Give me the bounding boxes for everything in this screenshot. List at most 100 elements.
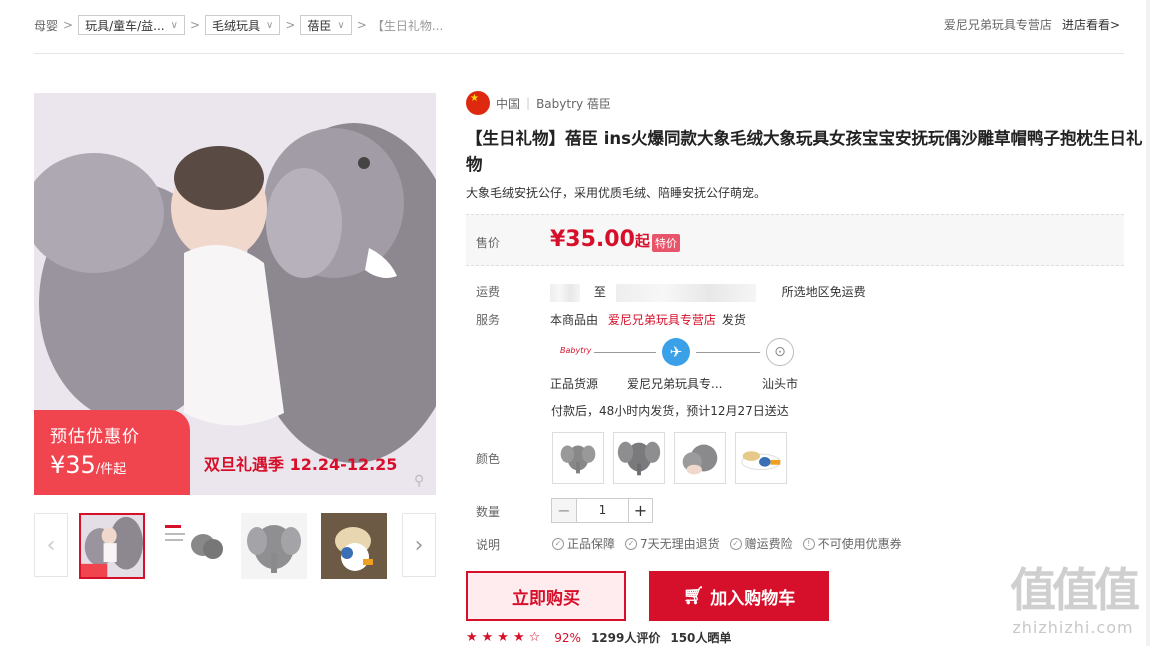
breadcrumb-separator: >	[189, 18, 200, 32]
rating-stars: ★★★★☆	[466, 630, 545, 645]
rating-percent: 92%	[554, 630, 581, 645]
prev-thumbnail-button[interactable]: ‹	[34, 513, 68, 577]
thumbnail-3[interactable]	[241, 513, 307, 579]
note-shipping-insurance: ✓ 赠运费险	[729, 535, 793, 552]
product-subtitle: 大象毛绒安抚公仔，采用优质毛绒、陪睡安抚公仔萌宠。	[466, 186, 767, 200]
delivery-estimate: 付款后，48小时内发货，预计12月27日送达	[551, 404, 789, 418]
chevron-down-icon: ∨	[170, 19, 178, 31]
swatch-image	[553, 433, 603, 483]
check-circle-icon: ✓	[552, 537, 564, 550]
delivery-route: Babytry ✈ ⊙	[556, 338, 806, 368]
thumbnail-4[interactable]	[321, 513, 387, 579]
product-title: 【生日礼物】蓓臣 ins火爆同款大象毛绒大象玩具女孩宝宝安抚玩偶沙雕草帽鸭子抱枕…	[466, 129, 1143, 174]
quantity-minus-button[interactable]: −	[552, 499, 576, 522]
shipping-row: 运费 至 所选地区免运费	[476, 283, 866, 302]
swatch-image	[736, 433, 786, 483]
breadcrumb-separator: >	[63, 18, 74, 32]
from-location-select[interactable]	[550, 283, 580, 302]
chevron-down-icon: ∨	[337, 19, 345, 31]
chevron-left-icon: ‹	[46, 532, 56, 558]
swatch-image	[675, 433, 725, 483]
shop-name-link[interactable]: 爱尼兄弟玩具专营店	[944, 16, 1052, 33]
to-location-select[interactable]	[615, 283, 756, 302]
breadcrumb-separator: >	[356, 18, 367, 32]
thumbnail-2[interactable]	[161, 513, 227, 579]
quantity-input[interactable]: 1	[576, 499, 628, 522]
breadcrumb-separator: >	[285, 18, 296, 32]
notes-label: 说明	[476, 538, 501, 552]
thumbnail-image	[321, 513, 387, 579]
estimated-price-badge: 预估优惠价 ¥35/件起	[34, 410, 190, 495]
photo-review-count[interactable]: 150人晒单	[670, 629, 731, 646]
note-genuine: ✓ 正品保障	[552, 535, 615, 552]
china-flag-icon: ★	[466, 91, 490, 115]
route-mid: 爱尼兄弟玩具专...	[627, 377, 723, 391]
add-to-cart-button[interactable]: 🛒︎ 加入购物车	[649, 571, 829, 621]
chevron-down-icon: ∨	[266, 19, 274, 31]
thumbnail-1[interactable]	[79, 513, 145, 579]
breadcrumb-subcategory-dropdown[interactable]: 毛绒玩具 ∨	[205, 15, 281, 35]
divider	[34, 53, 1124, 54]
service-row: 服务 本商品由 爱尼兄弟玩具专营店 发货	[476, 311, 746, 328]
watermark-url: zhizhizhi.com	[1012, 618, 1134, 637]
service-shop-link[interactable]: 爱尼兄弟玩具专营店	[608, 313, 716, 327]
breadcrumb: 母婴 > 玩具/童车/益... ∨ > 毛绒玩具 ∨ > 蓓臣 ∨ > 【生日礼物..…	[34, 14, 443, 36]
color-options	[552, 432, 787, 484]
note-no-coupon: ! 不可使用优惠券	[802, 535, 902, 552]
promo-event-label: 双旦礼遇季 12.24-12.25	[204, 455, 398, 474]
check-circle-icon: ✓	[625, 537, 638, 550]
thumbnail-image	[161, 513, 227, 579]
airplane-icon: ✈	[662, 338, 690, 366]
thumbnail-carousel: ‹ ›	[34, 513, 436, 579]
buy-now-button[interactable]: 立即购买	[466, 571, 626, 621]
route-line	[696, 352, 760, 353]
route-from: 正品货源	[550, 377, 599, 391]
color-option-4[interactable]	[735, 432, 787, 484]
quantity-plus-button[interactable]: +	[628, 499, 652, 522]
shipping-to: 至	[593, 285, 606, 299]
origin-separator: |	[526, 96, 531, 110]
quantity-stepper: − 1 +	[551, 498, 653, 523]
color-option-3[interactable]	[674, 432, 726, 484]
price-label: 售价	[476, 236, 501, 250]
color-label: 颜色	[476, 452, 501, 466]
service-prefix: 本商品由	[550, 313, 599, 327]
site-watermark: 值值值 zhizhizhi.com	[998, 562, 1148, 646]
product-origin: ★ 中国 | Babytry 蓓臣	[466, 91, 611, 115]
shop-links: 爱尼兄弟玩具专营店 进店看看>	[944, 16, 1120, 33]
service-suffix: 发货	[721, 313, 746, 327]
quantity-label: 数量	[476, 505, 501, 519]
brand-name[interactable]: Babytry 蓓臣	[536, 95, 611, 112]
shipping-label: 运费	[476, 285, 501, 299]
service-notes: ✓ 正品保障 ✓ 7天无理由退货 ✓ 赠运费险 ! 不可使用优惠券	[552, 535, 902, 552]
swatch-image	[614, 433, 664, 483]
note-7day-return: ✓ 7天无理由退货	[625, 535, 720, 552]
estimate-price: ¥35/件起	[50, 451, 127, 479]
zoom-icon[interactable]: ⚲	[414, 473, 430, 489]
breadcrumb-current: 【生日礼物...	[371, 18, 444, 33]
breadcrumb-category-dropdown[interactable]: 玩具/童车/益... ∨	[78, 15, 185, 35]
rating-summary: ★★★★☆ 92% 1299人评价 150人晒单	[466, 629, 731, 646]
info-circle-icon: !	[802, 537, 815, 550]
price-value: ¥35.00起	[550, 227, 650, 252]
main-product-image[interactable]: 预估优惠价 ¥35/件起 双旦礼遇季 12.24-12.25 ⚲	[34, 93, 436, 495]
breadcrumb-root[interactable]: 母婴	[34, 17, 58, 34]
review-count[interactable]: 1299人评价	[591, 629, 660, 646]
page-edge	[1146, 0, 1150, 646]
breadcrumb-brand-dropdown[interactable]: 蓓臣 ∨	[300, 15, 352, 35]
babytry-logo: Babytry	[560, 346, 592, 355]
chevron-right-icon: ›	[414, 532, 424, 558]
route-line	[594, 352, 656, 353]
color-option-2[interactable]	[613, 432, 665, 484]
enter-shop-link[interactable]: 进店看看>	[1062, 16, 1120, 33]
route-to: 汕头市	[762, 377, 799, 391]
estimate-label: 预估优惠价	[50, 427, 140, 447]
check-circle-icon: ✓	[729, 537, 742, 550]
free-shipping-note: 所选地区免运费	[781, 285, 866, 299]
color-option-1[interactable]	[552, 432, 604, 484]
special-price-badge: 特价	[652, 234, 680, 252]
price-box: 售价 ¥35.00起 特价	[466, 214, 1124, 266]
cart-icon: 🛒︎	[682, 586, 705, 606]
next-thumbnail-button[interactable]: ›	[402, 513, 436, 577]
service-label: 服务	[476, 313, 501, 327]
